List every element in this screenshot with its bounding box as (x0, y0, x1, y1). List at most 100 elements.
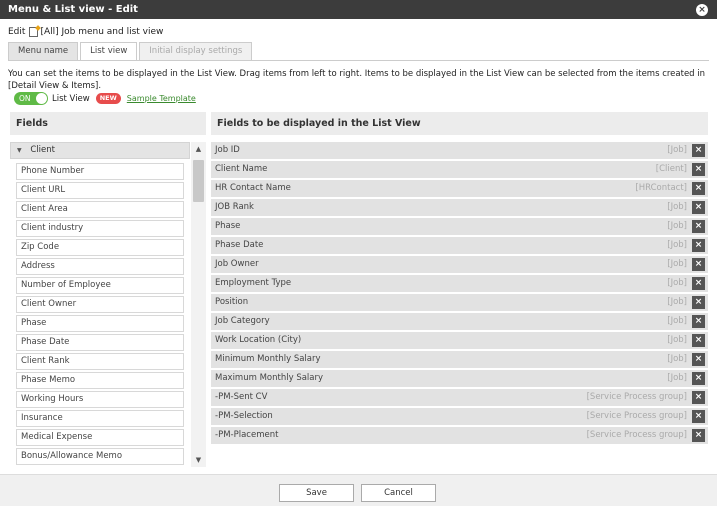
scroll-up-arrow-icon[interactable]: ▲ (191, 142, 206, 156)
remove-icon[interactable]: × (692, 410, 705, 423)
scroll-down-arrow-icon[interactable]: ▼ (191, 453, 206, 467)
field-item[interactable]: Phase Date (16, 334, 184, 351)
selected-field-label: Position (215, 297, 249, 307)
edit-document-icon (29, 27, 39, 37)
selected-field-row[interactable]: JOB Rank [Job] × (211, 199, 708, 216)
tab-list-view[interactable]: List view (80, 42, 138, 61)
selected-field-source-tag: [Job] (667, 354, 687, 364)
field-item[interactable]: Client Area (16, 201, 184, 218)
remove-icon[interactable]: × (692, 258, 705, 271)
window-titlebar: Menu & List view - Edit × (0, 0, 717, 19)
selected-field-row[interactable]: Job Category [Job] × (211, 313, 708, 330)
fields-scrollbar[interactable]: ▲ ▼ (191, 142, 206, 467)
field-item[interactable]: Client Rank (16, 353, 184, 370)
dialog-footer: Save Cancel (0, 474, 717, 506)
remove-icon[interactable]: × (692, 372, 705, 385)
selected-field-label: Phase (215, 221, 241, 231)
selected-field-label: Work Location (City) (215, 335, 302, 345)
selected-field-source-tag: [Job] (667, 145, 687, 155)
tab-menu-name[interactable]: Menu name (8, 42, 79, 61)
remove-icon[interactable]: × (692, 182, 705, 195)
scroll-thumb[interactable] (193, 160, 204, 202)
list-view-toggle-row: ON List View NEW Sample Template (14, 92, 196, 105)
field-group-label: Client (30, 145, 55, 155)
list-view-description: You can set the items to be displayed in… (8, 69, 706, 91)
field-item[interactable]: Client Owner (16, 296, 184, 313)
selected-field-source-tag: [Job] (667, 373, 687, 383)
selected-field-row[interactable]: Job Owner [Job] × (211, 256, 708, 273)
tab-bar: Menu name List view Initial display sett… (8, 42, 254, 61)
tab-initial-display-settings: Initial display settings (139, 42, 253, 61)
selected-field-row[interactable]: Position [Job] × (211, 294, 708, 311)
sample-template-link[interactable]: Sample Template (127, 94, 196, 103)
field-item[interactable]: Address (16, 258, 184, 275)
selected-field-row[interactable]: Phase [Job] × (211, 218, 708, 235)
selected-field-label: -PM-Placement (215, 430, 279, 440)
selected-field-row[interactable]: Job ID [Job] × (211, 142, 708, 159)
field-item[interactable]: Zip Code (16, 239, 184, 256)
remove-icon[interactable]: × (692, 315, 705, 328)
selected-field-source-tag: [Service Process group] (586, 430, 687, 440)
selected-field-source-tag: [Service Process group] (586, 411, 687, 421)
toggle-label: List View (52, 93, 90, 104)
cancel-button[interactable]: Cancel (361, 484, 436, 502)
selected-field-row[interactable]: Client Name [Client] × (211, 161, 708, 178)
field-item[interactable]: Phone Number (16, 163, 184, 180)
fields-panel-title: Fields (10, 112, 206, 135)
window-title: Menu & List view - Edit (8, 4, 138, 15)
field-item[interactable]: Phase (16, 315, 184, 332)
remove-icon[interactable]: × (692, 296, 705, 309)
selected-field-source-tag: [Job] (667, 335, 687, 345)
field-item[interactable]: Medical Expense (16, 429, 184, 446)
remove-icon[interactable]: × (692, 163, 705, 176)
selected-field-source-tag: [Service Process group] (586, 392, 687, 402)
remove-icon[interactable]: × (692, 334, 705, 347)
selected-field-label: Job Owner (215, 259, 259, 269)
selected-field-row[interactable]: HR Contact Name [HRContact] × (211, 180, 708, 197)
remove-icon[interactable]: × (692, 277, 705, 290)
fields-panel: ▼ Client Phone Number Client URL Client Ar… (10, 142, 206, 467)
field-item[interactable]: Insurance (16, 410, 184, 427)
field-item[interactable]: Bonus/Allowance Memo (16, 448, 184, 465)
remove-icon[interactable]: × (692, 220, 705, 233)
selected-field-label: Job ID (215, 145, 240, 155)
selected-field-row[interactable]: -PM-Sent CV [Service Process group] × (211, 389, 708, 406)
selected-field-row[interactable]: Minimum Monthly Salary [Job] × (211, 351, 708, 368)
selected-field-row[interactable]: -PM-Placement [Service Process group] × (211, 427, 708, 444)
field-item[interactable]: Number of Employee (16, 277, 184, 294)
selected-field-source-tag: [Job] (667, 297, 687, 307)
selected-field-row[interactable]: Work Location (City) [Job] × (211, 332, 708, 349)
selected-field-row[interactable]: -PM-Selection [Service Process group] × (211, 408, 708, 425)
tab-divider (8, 60, 709, 61)
field-item[interactable]: Working Hours (16, 391, 184, 408)
selected-field-label: HR Contact Name (215, 183, 291, 193)
selected-field-source-tag: [Job] (667, 278, 687, 288)
selected-field-label: Phase Date (215, 240, 264, 250)
selected-field-row[interactable]: Maximum Monthly Salary [Job] × (211, 370, 708, 387)
field-group-client[interactable]: ▼ Client (10, 142, 190, 159)
remove-icon[interactable]: × (692, 429, 705, 442)
field-item[interactable]: Client URL (16, 182, 184, 199)
field-item[interactable]: Phase Memo (16, 372, 184, 389)
selected-field-source-tag: [Job] (667, 202, 687, 212)
edit-target: [All] Job menu and list view (40, 27, 164, 37)
remove-icon[interactable]: × (692, 353, 705, 366)
selected-field-source-tag: [Job] (667, 221, 687, 231)
close-icon[interactable]: × (696, 4, 708, 16)
selected-field-source-tag: [Job] (667, 240, 687, 250)
remove-icon[interactable]: × (692, 201, 705, 214)
selected-field-row[interactable]: Employment Type [Job] × (211, 275, 708, 292)
list-view-toggle[interactable]: ON (14, 92, 48, 105)
new-badge: NEW (95, 93, 121, 104)
selected-fields-list: Job ID [Job] × Client Name [Client] × HR Conta… (211, 142, 708, 446)
field-item[interactable]: Client industry (16, 220, 184, 237)
selected-field-source-tag: [Job] (667, 259, 687, 269)
selected-field-row[interactable]: Phase Date [Job] × (211, 237, 708, 254)
chevron-down-icon: ▼ (17, 147, 22, 154)
selected-field-label: Employment Type (215, 278, 292, 288)
remove-icon[interactable]: × (692, 391, 705, 404)
remove-icon[interactable]: × (692, 239, 705, 252)
selected-fields-panel-title: Fields to be displayed in the List View (211, 112, 708, 135)
remove-icon[interactable]: × (692, 144, 705, 157)
save-button[interactable]: Save (279, 484, 354, 502)
